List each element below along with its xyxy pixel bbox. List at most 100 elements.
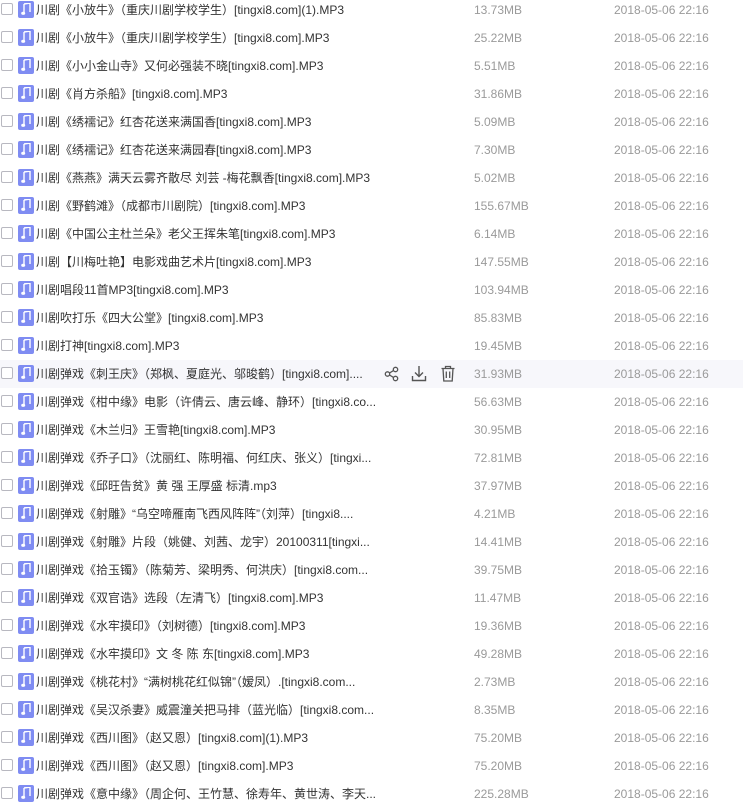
audio-file-icon xyxy=(18,1,34,18)
file-row[interactable]: 川剧弹戏《乔子口》（沈丽红、陈明福、何红庆、张义）[tingxi... 72.8… xyxy=(0,444,743,472)
row-checkbox[interactable] xyxy=(1,255,13,267)
file-name[interactable]: 川剧弹戏《双官诰》选段（左清飞）[tingxi8.com].MP3 xyxy=(36,591,380,605)
row-checkbox[interactable] xyxy=(1,115,13,127)
row-checkbox[interactable] xyxy=(1,563,13,575)
file-name[interactable]: 川剧弹戏《桃花村》“满树桃花红似锦”（嫒凤）.[tingxi8.com... xyxy=(36,675,380,689)
file-name[interactable]: 川剧《绣襦记》红杏花送来满园春[tingxi8.com].MP3 xyxy=(36,143,380,157)
file-name[interactable]: 川剧弹戏《拾玉镯》（陈菊芳、梁明秀、何洪庆）[tingxi8.com... xyxy=(36,563,380,577)
file-row[interactable]: 川剧弹戏《水牢摸印》（刘树德）[tingxi8.com].MP3 19.36MB… xyxy=(0,612,743,640)
row-checkbox[interactable] xyxy=(1,283,13,295)
row-checkbox[interactable] xyxy=(1,199,13,211)
row-checkbox[interactable] xyxy=(1,31,13,43)
row-checkbox[interactable] xyxy=(1,759,13,771)
row-checkbox[interactable] xyxy=(1,451,13,463)
file-row[interactable]: 川剧弹戏《柑中缘》电影（许倩云、唐云峰、静环）[tingxi8.co... 56… xyxy=(0,388,743,416)
file-row[interactable]: 川剧《绣襦记》红杏花送来满国香[tingxi8.com].MP3 5.09MB … xyxy=(0,108,743,136)
file-date: 2018-05-06 22:16 xyxy=(614,619,709,633)
file-date: 2018-05-06 22:16 xyxy=(614,507,709,521)
row-checkbox[interactable] xyxy=(1,507,13,519)
file-row[interactable]: 川剧弹戏《双官诰》选段（左清飞）[tingxi8.com].MP3 11.47M… xyxy=(0,584,743,612)
file-name[interactable]: 川剧《燕燕》满天云雾齐散尽 刘芸 -梅花飘香[tingxi8.com].MP3 xyxy=(36,171,380,185)
row-checkbox[interactable] xyxy=(1,339,13,351)
file-name[interactable]: 川剧【川梅吐艳】电影戏曲艺术片[tingxi8.com].MP3 xyxy=(36,255,380,269)
file-row[interactable]: 川剧弹戏《水牢摸印》文 冬 陈 东[tingxi8.com].MP3 49.28… xyxy=(0,640,743,668)
file-name[interactable]: 川剧弹戏《水牢摸印》（刘树德）[tingxi8.com].MP3 xyxy=(36,619,380,633)
file-row[interactable]: 川剧《绣襦记》红杏花送来满园春[tingxi8.com].MP3 7.30MB … xyxy=(0,136,743,164)
file-name[interactable]: 川剧弹戏《柑中缘》电影（许倩云、唐云峰、静环）[tingxi8.co... xyxy=(36,395,380,409)
file-row[interactable]: 川剧《小小金山寺》又何必强装不晓[tingxi8.com].MP3 5.51MB… xyxy=(0,52,743,80)
file-row[interactable]: 川剧弹戏《刺王庆》（郑枫、夏庭光、邬晙鹤）[tingxi8.com].... 3… xyxy=(0,360,743,388)
file-name[interactable]: 川剧《野鹤滩》（成都市川剧院）[tingxi8.com].MP3 xyxy=(36,199,380,213)
row-checkbox[interactable] xyxy=(1,731,13,743)
row-checkbox[interactable] xyxy=(1,227,13,239)
row-checkbox[interactable] xyxy=(1,395,13,407)
file-name[interactable]: 川剧弹戏《意中缘》（周企何、王竹慧、徐寿年、黄世涛、李天... xyxy=(36,787,380,801)
file-name[interactable]: 川剧弹戏《乔子口》（沈丽红、陈明福、何红庆、张义）[tingxi... xyxy=(36,451,380,465)
file-row[interactable]: 川剧《野鹤滩》（成都市川剧院）[tingxi8.com].MP3 155.67M… xyxy=(0,192,743,220)
file-row[interactable]: 川剧打神[tingxi8.com].MP3 19.45MB 2018-05-06… xyxy=(0,332,743,360)
audio-file-icon xyxy=(18,57,34,74)
file-name[interactable]: 川剧《肖方杀船》[tingxi8.com].MP3 xyxy=(36,87,380,101)
file-row[interactable]: 川剧弹戏《西川图》（赵又恩）[tingxi8.com].MP3 75.20MB … xyxy=(0,752,743,780)
row-checkbox[interactable] xyxy=(1,87,13,99)
file-row[interactable]: 川剧唱段11首MP3[tingxi8.com].MP3 103.94MB 201… xyxy=(0,276,743,304)
row-checkbox[interactable] xyxy=(1,535,13,547)
file-name[interactable]: 川剧弹戏《西川图》（赵又恩）[tingxi8.com](1).MP3 xyxy=(36,731,380,745)
file-row[interactable]: 川剧【川梅吐艳】电影戏曲艺术片[tingxi8.com].MP3 147.55M… xyxy=(0,248,743,276)
row-checkbox[interactable] xyxy=(1,675,13,687)
file-date: 2018-05-06 22:16 xyxy=(614,115,709,129)
file-date: 2018-05-06 22:16 xyxy=(614,759,709,773)
file-row[interactable]: 川剧吹打乐《四大公堂》[tingxi8.com].MP3 85.83MB 201… xyxy=(0,304,743,332)
file-row[interactable]: 川剧弹戏《邱旺告贫》黄 强 王厚盛 标清.mp3 37.97MB 2018-05… xyxy=(0,472,743,500)
audio-file-icon xyxy=(18,505,34,522)
row-checkbox[interactable] xyxy=(1,647,13,659)
file-name[interactable]: 川剧弹戏《刺王庆》（郑枫、夏庭光、邬晙鹤）[tingxi8.com].... xyxy=(36,367,380,381)
file-name[interactable]: 川剧弹戏《西川图》（赵又恩）[tingxi8.com].MP3 xyxy=(36,759,380,773)
row-checkbox[interactable] xyxy=(1,423,13,435)
file-name[interactable]: 川剧弹戏《射雕》“乌空啼雁南飞西风阵阵”（刘萍）[tingxi8.... xyxy=(36,507,380,521)
file-name[interactable]: 川剧打神[tingxi8.com].MP3 xyxy=(36,339,380,353)
file-row[interactable]: 川剧弹戏《西川图》（赵又恩）[tingxi8.com](1).MP3 75.20… xyxy=(0,724,743,752)
file-name[interactable]: 川剧弹戏《水牢摸印》文 冬 陈 东[tingxi8.com].MP3 xyxy=(36,647,380,661)
file-name[interactable]: 川剧弹戏《邱旺告贫》黄 强 王厚盛 标清.mp3 xyxy=(36,479,380,493)
file-row[interactable]: 川剧弹戏《木兰归》王雪艳[tingxi8.com].MP3 30.95MB 20… xyxy=(0,416,743,444)
file-name[interactable]: 川剧弹戏《射雕》片段（姚健、刘茜、龙宇）20100311[tingxi... xyxy=(36,535,380,549)
share-icon[interactable] xyxy=(383,364,401,384)
row-checkbox[interactable] xyxy=(1,367,13,379)
row-checkbox[interactable] xyxy=(1,3,13,15)
file-row[interactable]: 川剧《小放牛》（重庆川剧学校学生）[tingxi8.com].MP3 25.22… xyxy=(0,24,743,52)
row-checkbox[interactable] xyxy=(1,787,13,799)
file-name[interactable]: 川剧《小放牛》（重庆川剧学校学生）[tingxi8.com].MP3 xyxy=(36,31,380,45)
file-row[interactable]: 川剧《小放牛》（重庆川剧学校学生）[tingxi8.com](1).MP3 13… xyxy=(0,0,743,24)
file-name[interactable]: 川剧《小放牛》（重庆川剧学校学生）[tingxi8.com](1).MP3 xyxy=(36,3,380,17)
file-row[interactable]: 川剧弹戏《射雕》片段（姚健、刘茜、龙宇）20100311[tingxi... 1… xyxy=(0,528,743,556)
file-row[interactable]: 川剧弹戏《桃花村》“满树桃花红似锦”（嫒凤）.[tingxi8.com... 2… xyxy=(0,668,743,696)
file-name[interactable]: 川剧《小小金山寺》又何必强装不晓[tingxi8.com].MP3 xyxy=(36,59,380,73)
row-checkbox[interactable] xyxy=(1,619,13,631)
file-name[interactable]: 川剧弹戏《木兰归》王雪艳[tingxi8.com].MP3 xyxy=(36,423,380,437)
file-row[interactable]: 川剧《中国公主杜兰朵》老父王挥朱笔[tingxi8.com].MP3 6.14M… xyxy=(0,220,743,248)
row-checkbox[interactable] xyxy=(1,59,13,71)
trash-icon[interactable] xyxy=(439,364,457,384)
row-checkbox[interactable] xyxy=(1,591,13,603)
file-name[interactable]: 川剧《中国公主杜兰朵》老父王挥朱笔[tingxi8.com].MP3 xyxy=(36,227,380,241)
file-date: 2018-05-06 22:16 xyxy=(614,143,709,157)
file-name[interactable]: 川剧唱段11首MP3[tingxi8.com].MP3 xyxy=(36,283,380,297)
download-icon[interactable] xyxy=(410,364,428,384)
file-row[interactable]: 川剧弹戏《拾玉镯》（陈菊芳、梁明秀、何洪庆）[tingxi8.com... 39… xyxy=(0,556,743,584)
row-checkbox[interactable] xyxy=(1,171,13,183)
row-checkbox[interactable] xyxy=(1,479,13,491)
file-row[interactable]: 川剧弹戏《吴汉杀妻》威震潼关把马排（蓝光临）[tingxi8.com... 8.… xyxy=(0,696,743,724)
file-row[interactable]: 川剧《燕燕》满天云雾齐散尽 刘芸 -梅花飘香[tingxi8.com].MP3 … xyxy=(0,164,743,192)
file-row[interactable]: 川剧《肖方杀船》[tingxi8.com].MP3 31.86MB 2018-0… xyxy=(0,80,743,108)
file-row[interactable]: 川剧弹戏《射雕》“乌空啼雁南飞西风阵阵”（刘萍）[tingxi8.... 4.2… xyxy=(0,500,743,528)
row-checkbox[interactable] xyxy=(1,703,13,715)
file-name[interactable]: 川剧弹戏《吴汉杀妻》威震潼关把马排（蓝光临）[tingxi8.com... xyxy=(36,703,380,717)
row-checkbox[interactable] xyxy=(1,143,13,155)
file-name[interactable]: 川剧《绣襦记》红杏花送来满国香[tingxi8.com].MP3 xyxy=(36,115,380,129)
file-name[interactable]: 川剧吹打乐《四大公堂》[tingxi8.com].MP3 xyxy=(36,311,380,325)
row-checkbox[interactable] xyxy=(1,311,13,323)
audio-file-icon xyxy=(18,393,34,410)
file-date: 2018-05-06 22:16 xyxy=(614,423,709,437)
audio-file-icon xyxy=(18,589,34,606)
